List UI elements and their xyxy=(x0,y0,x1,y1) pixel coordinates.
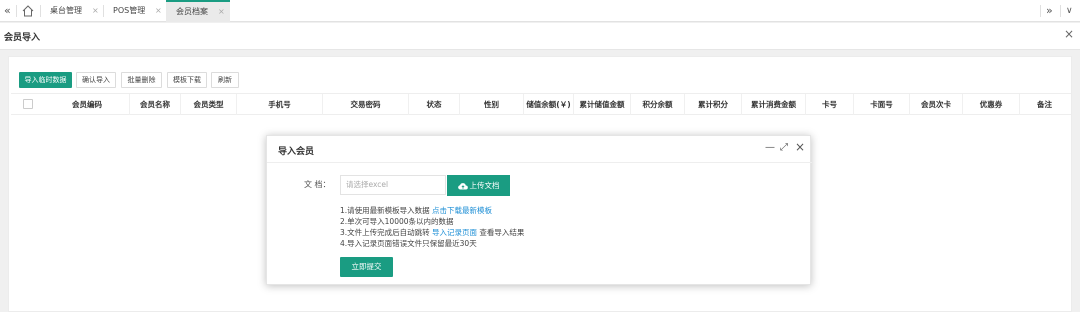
instruction-text: 查看导入结果 xyxy=(477,228,525,237)
dialog-title: 导入会员 xyxy=(278,147,315,157)
instruction-text: 3.文件上传完成后自动跳转 xyxy=(340,228,433,237)
dialog-close-icon[interactable]: × xyxy=(795,140,805,154)
file-label: 文 档： xyxy=(304,180,331,189)
import-member-dialog: 导入会员 — ⤢ × 文 档： 请选择excel 上传文档 1.请使用最新模板导… xyxy=(266,135,812,285)
instruction-text: 1.请使用最新模板导入数据 xyxy=(340,206,433,215)
maximize-icon[interactable]: ⤢ xyxy=(780,142,788,153)
submit-button[interactable]: 立即提交 xyxy=(340,257,393,277)
minimize-icon[interactable]: — xyxy=(765,142,775,153)
import-records-link[interactable]: 导入记录页面 xyxy=(432,228,477,237)
dialog-header: 导入会员 — ⤢ × xyxy=(267,136,812,163)
cloud-upload-icon xyxy=(457,183,468,190)
download-template-link[interactable]: 点击下载最新模板 xyxy=(432,206,492,215)
modal-backdrop: 导入会员 — ⤢ × 文 档： 请选择excel 上传文档 1.请使用最新模板导… xyxy=(0,0,1080,312)
file-path-input[interactable]: 请选择excel xyxy=(340,175,446,195)
instruction-text: 2.单次可导入10000条以内的数据 xyxy=(340,217,454,226)
instruction-line: 4.导入记录页面错误文件只保留最近30天 xyxy=(340,238,477,249)
upload-document-button[interactable]: 上传文档 xyxy=(447,175,510,196)
instruction-line: 2.单次可导入10000条以内的数据 xyxy=(340,216,454,227)
upload-document-label: 上传文档 xyxy=(469,181,500,190)
instruction-line: 3.文件上传完成后自动跳转 导入记录页面 查看导入结果 xyxy=(340,227,524,238)
instruction-line: 1.请使用最新模板导入数据 点击下载最新模板 xyxy=(340,205,492,216)
instruction-text: 4.导入记录页面错误文件只保留最近30天 xyxy=(340,239,477,248)
